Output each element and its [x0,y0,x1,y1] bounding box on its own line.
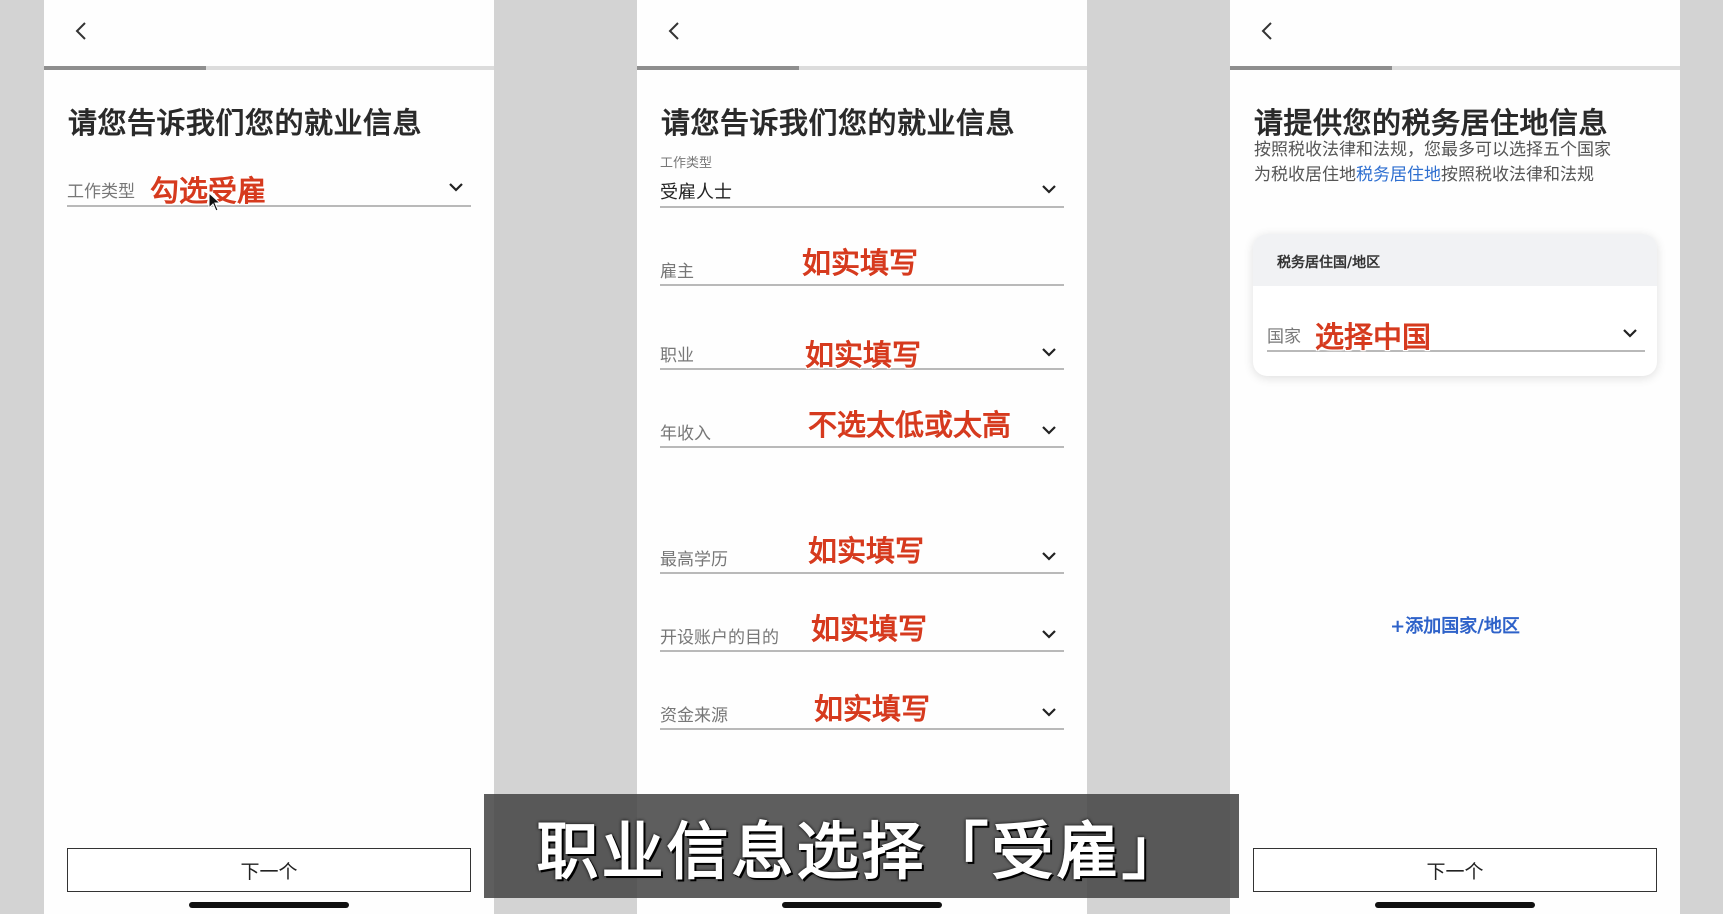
field-value: 受雇人士 [660,182,732,203]
card-header-label: 税务居住国/地区 [1277,255,1381,271]
chevron-down-icon [1621,327,1639,339]
progress-bar [1230,66,1680,70]
phone-screen-employment-details: 请您告诉我们您的就业信息 工作类型 受雇人士 雇主 如实填写 职业 如实填写 年… [637,0,1087,914]
chevron-left-icon [668,22,679,40]
page-title: 请您告诉我们您的就业信息 [68,106,423,140]
tax-residency-card: 税务居住国/地区 国家 [1253,234,1657,376]
employment-type-select[interactable]: 工作类型 受雇人士 [660,156,1064,208]
mouse-cursor-icon [208,192,222,212]
field-label: 开设账户的目的 [660,628,779,648]
annotation-label: 如实填写 [814,692,931,726]
page-subtitle: 按照税收法律和法规，您最多可以选择五个国家 为税收居住地税务居住地按照税收法律和… [1254,138,1611,188]
chevron-down-icon [1040,706,1058,718]
annotation-label: 选择中国 [1315,320,1432,354]
field-label: 雇主 [660,262,694,282]
field-label: 资金来源 [660,706,728,726]
next-button[interactable]: 下一个 [1253,848,1657,892]
chevron-down-icon [1040,550,1058,562]
annotation-label: 如实填写 [802,246,919,280]
progress-bar [44,66,494,70]
annotation-label: 如实填写 [805,338,922,372]
video-caption-bar: 职业信息选择「受雇」 [484,794,1239,898]
field-label: 最高学历 [660,550,728,570]
field-label: 国家 [1267,327,1301,347]
subtitle-text: 为税收居住地 [1254,165,1356,185]
page-title: 请您告诉我们您的就业信息 [661,106,1016,140]
phone-screen-employment-type: 请您告诉我们您的就业信息 工作类型 勾选受雇 下一个 [44,0,494,914]
chevron-down-icon [1040,183,1058,195]
page-title: 请提供您的税务居住地信息 [1254,106,1609,140]
card-header: 税务居住国/地区 [1253,234,1657,286]
chevron-down-icon [1040,346,1058,358]
subtitle-text: 按照税收法律和法规 [1441,165,1594,185]
field-label: 工作类型 [660,156,713,171]
back-button[interactable] [1252,16,1282,46]
progress-fill [1230,66,1392,70]
phone-screen-tax-residency: 请提供您的税务居住地信息 按照税收法律和法规，您最多可以选择五个国家 为税收居住… [1230,0,1680,914]
field-label: 职业 [660,346,694,366]
home-indicator [782,902,942,908]
tax-residency-link[interactable]: 税务居住地 [1356,165,1441,185]
subtitle-line: 按照税收法律和法规，您最多可以选择五个国家 [1254,140,1611,160]
chevron-down-icon [1040,424,1058,436]
field-label: 年收入 [660,424,711,444]
next-button[interactable]: 下一个 [67,848,471,892]
progress-fill [44,66,206,70]
annotation-label: 不选太低或太高 [808,408,1012,442]
chevron-left-icon [75,22,86,40]
annotation-label: 如实填写 [808,534,925,568]
home-indicator [189,902,349,908]
subtitle-line: 为税收居住地税务居住地按照税收法律和法规 [1254,163,1611,188]
annotation-label: 如实填写 [811,612,928,646]
video-caption: 职业信息选择「受雇」 [536,815,1187,888]
chevron-down-icon [447,181,465,193]
progress-bar [637,66,1087,70]
home-indicator [1375,902,1535,908]
field-label: 工作类型 [67,182,135,202]
chevron-down-icon [1040,628,1058,640]
back-button[interactable] [659,16,689,46]
back-button[interactable] [66,16,96,46]
chevron-left-icon [1261,22,1272,40]
employment-type-select[interactable]: 工作类型 [67,171,471,207]
add-country-button[interactable]: +添加国家/地区 [1230,612,1680,638]
progress-fill [637,66,799,70]
